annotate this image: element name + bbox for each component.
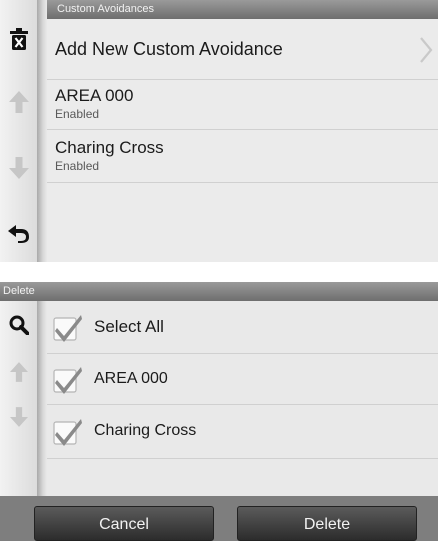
row-status: Enabled <box>55 159 100 173</box>
list-item-charing-cross[interactable]: Charing Cross Enabled <box>47 130 438 183</box>
cancel-button[interactable]: Cancel <box>34 506 214 541</box>
screen-header: Delete <box>0 282 438 301</box>
delete-screen: Delete Select All AREA 000 Charing Cross <box>0 282 438 541</box>
chevron-right-icon <box>420 37 433 63</box>
back-icon[interactable] <box>7 223 31 243</box>
charing-cross-checkbox[interactable] <box>53 417 83 447</box>
row-title: Add New Custom Avoidance <box>55 39 283 59</box>
custom-avoidances-screen: Custom Avoidances Add New Custom Avoidan… <box>0 0 438 262</box>
sidebar-divider <box>37 301 47 496</box>
row-label: Select All <box>94 317 164 336</box>
row-label: AREA 000 <box>94 370 168 387</box>
list-item-area-000[interactable]: AREA 000 Enabled <box>47 80 438 130</box>
trash-icon[interactable] <box>10 28 28 50</box>
list-item-area-000[interactable]: AREA 000 <box>47 354 438 405</box>
sidebar-divider <box>37 0 47 262</box>
select-all-row[interactable]: Select All <box>47 301 438 354</box>
delete-button[interactable]: Delete <box>237 506 417 541</box>
row-title: AREA 000 <box>55 86 134 105</box>
arrow-down-icon[interactable] <box>9 157 29 179</box>
row-status: Enabled <box>55 107 100 121</box>
row-label: Charing Cross <box>94 422 197 439</box>
arrow-up-icon[interactable] <box>10 362 28 382</box>
screen-header: Custom Avoidances <box>47 0 438 19</box>
row-title: Charing Cross <box>55 138 164 157</box>
list-item-charing-cross[interactable]: Charing Cross <box>47 405 438 459</box>
add-custom-avoidance-row[interactable]: Add New Custom Avoidance <box>47 19 438 80</box>
arrow-up-icon[interactable] <box>9 91 29 113</box>
search-icon[interactable] <box>9 315 29 335</box>
area-000-checkbox[interactable] <box>53 365 83 395</box>
arrow-down-icon[interactable] <box>10 407 28 427</box>
action-bar: Cancel Delete <box>0 496 438 541</box>
select-all-checkbox[interactable] <box>53 313 83 343</box>
